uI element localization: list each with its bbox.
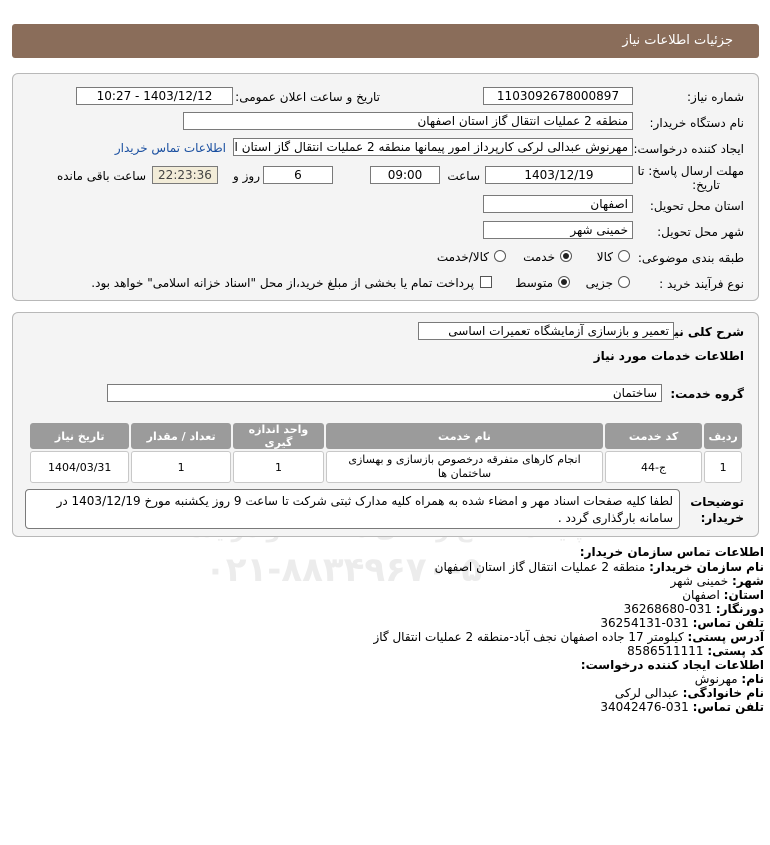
page-title: جزئیات اطلاعات نیاز: [622, 33, 733, 48]
col-row: ردیف: [704, 423, 742, 449]
cell-service-code: ج-44: [604, 451, 703, 483]
contact-heading: اطلاعات تماس سازمان خریدار:: [579, 545, 764, 559]
creator-last-name: نام خانوادگی: عبدالی لرکی: [614, 686, 764, 700]
days-label: روز و: [233, 169, 260, 183]
col-unit: واحد اندازه گیری: [232, 423, 325, 449]
creator-field[interactable]: مهرنوش عبدالی لرکی کارپرداز امور پیمانها…: [233, 138, 633, 156]
contact-phone: تلفن تماس: 031-36254131: [600, 616, 764, 630]
announce-field[interactable]: 1403/12/12 - 10:27: [76, 87, 233, 105]
contact-province: استان: اصفهان: [682, 588, 764, 602]
col-quantity: تعداد / مقدار: [131, 423, 231, 449]
category-label: طبقه بندی موضوعی:: [637, 251, 744, 265]
creator-label: ایجاد کننده درخواست:: [633, 142, 744, 156]
buyer-label: نام دستگاه خریدار:: [649, 116, 745, 130]
city-label: شهر محل تحویل:: [657, 225, 744, 239]
notes-field[interactable]: لطفا کلیه صفحات اسناد مهر و امضاء شده به…: [25, 489, 680, 529]
services-heading: اطلاعات خدمات مورد نیاز: [593, 349, 744, 363]
services-table-header-row: ردیف کد خدمت نام خدمت واحد اندازه گیری ت…: [30, 423, 742, 449]
notes-label-2: خریدار:: [700, 511, 744, 525]
cell-quantity: 1: [131, 451, 231, 483]
remaining-label: ساعت باقی مانده: [56, 169, 146, 183]
process-radio-medium[interactable]: [558, 276, 570, 288]
cell-service-name: انجام کارهای متفرقه درخصوص بازسازی و بهس…: [326, 451, 603, 483]
contact-fax: دورنگار: 031-36268680: [623, 602, 764, 616]
days-field[interactable]: 6: [263, 166, 333, 184]
group-label: گروه خدمت:: [670, 387, 744, 401]
category-radio-goods[interactable]: [618, 250, 630, 262]
col-service-name: نام خدمت: [326, 423, 603, 449]
deadline-time-field[interactable]: 09:00: [370, 166, 440, 184]
need-info-panel: شماره نیاز: 1103092678000897 تاریخ و ساع…: [12, 73, 759, 301]
category-option-goods: کالا: [596, 250, 613, 264]
process-label: نوع فرآیند خرید :: [659, 277, 744, 291]
deadline-label-1: مهلت ارسال پاسخ: تا: [637, 164, 744, 178]
category-option-service: خدمت: [523, 250, 555, 264]
process-option-medium: متوسط: [515, 276, 553, 290]
col-need-date: تاریخ نیاز: [30, 423, 130, 449]
contact-city: شهر: خمینی شهر: [670, 574, 764, 588]
creator-heading: اطلاعات ایجاد کننده درخواست:: [580, 658, 764, 672]
deadline-label-2: تاریخ:: [692, 178, 720, 192]
need-number-field[interactable]: 1103092678000897: [483, 87, 633, 105]
province-field[interactable]: اصفهان: [483, 195, 633, 213]
deadline-time-label: ساعت: [447, 169, 480, 183]
category-radio-goods-service[interactable]: [494, 250, 506, 262]
col-service-code: کد خدمت: [604, 423, 703, 449]
cell-unit: 1: [232, 451, 325, 483]
payment-text: پرداخت تمام یا بخشی از مبلغ خرید،از محل …: [91, 276, 474, 290]
remaining-time-field: 22:23:36: [152, 166, 218, 184]
need-number-label: شماره نیاز:: [687, 90, 744, 104]
cell-row: 1: [704, 451, 742, 483]
buyer-contact-link[interactable]: اطلاعات تماس خریدار: [115, 141, 226, 155]
group-field[interactable]: ساختمان: [107, 384, 662, 402]
services-table: ردیف کد خدمت نام خدمت واحد اندازه گیری ت…: [28, 421, 744, 485]
category-radio-service[interactable]: [560, 250, 572, 262]
creator-first-name: نام: مهرنوش: [694, 672, 764, 686]
creator-phone: تلفن تماس: 031-34042476: [600, 700, 764, 714]
contact-address: آدرس پستی: کیلومتر 17 جاده اصفهان نجف آب…: [373, 630, 764, 644]
process-radio-minor[interactable]: [618, 276, 630, 288]
table-row: 1 ج-44 انجام کارهای متفرقه درخصوص بازساز…: [30, 451, 742, 483]
payment-checkbox[interactable]: [480, 276, 492, 288]
page-header: جزئیات اطلاعات نیاز: [12, 24, 759, 58]
buyer-field[interactable]: منطقه 2 عملیات انتقال گاز استان اصفهان: [183, 112, 633, 130]
province-label: استان محل تحویل:: [649, 199, 744, 213]
announce-label: تاریخ و ساعت اعلان عمومی:: [235, 90, 380, 104]
category-option-goods-service: کالا/خدمت: [436, 250, 489, 264]
cell-need-date: 1404/03/31: [30, 451, 130, 483]
contact-postal: کد پستی: 8586511111: [627, 644, 764, 658]
details-panel: شرح کلی نیاز: تعمیر و بازسازی آزمایشگاه …: [12, 312, 759, 537]
deadline-date-field[interactable]: 1403/12/19: [485, 166, 633, 184]
city-field[interactable]: خمینی شهر: [483, 221, 633, 239]
contact-org: نام سازمان خریدار: منطقه 2 عملیات انتقال…: [434, 560, 764, 574]
process-option-minor: جزیی: [585, 276, 613, 290]
summary-field[interactable]: تعمیر و بازسازی آزمایشگاه تعمیرات اساسی: [418, 322, 674, 340]
notes-label-1: توضیحات: [690, 495, 744, 509]
